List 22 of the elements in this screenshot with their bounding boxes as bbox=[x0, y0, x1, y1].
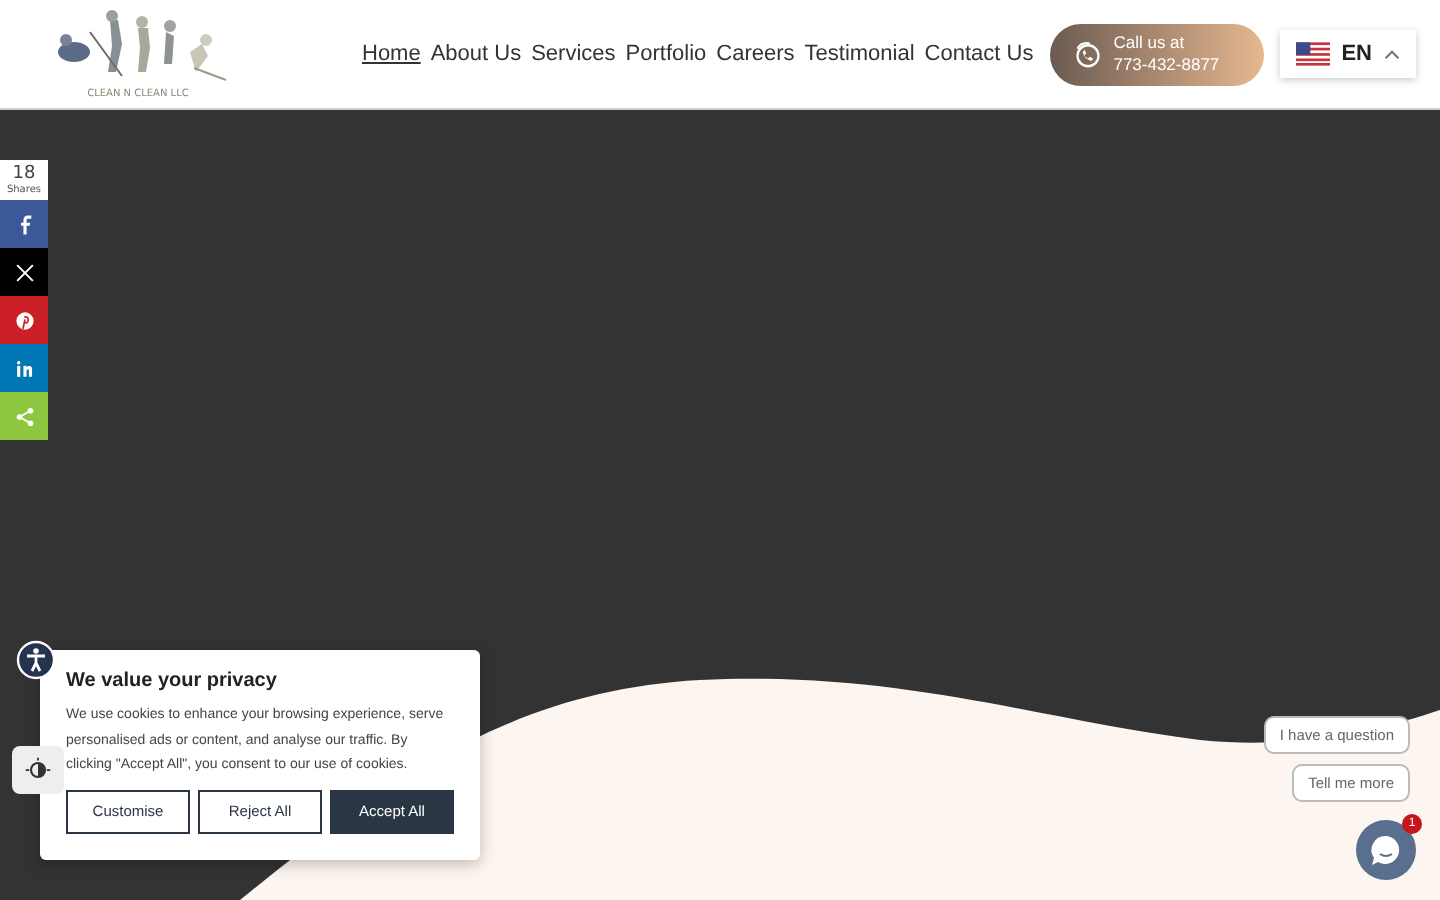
pinterest-icon bbox=[13, 309, 35, 331]
share-button[interactable] bbox=[0, 200, 48, 248]
share-button[interactable] bbox=[0, 248, 48, 296]
share-icon bbox=[13, 405, 35, 427]
nav-link[interactable]: Testimonial bbox=[804, 42, 915, 66]
contrast-icon bbox=[22, 756, 54, 784]
language-selector[interactable]: EN bbox=[1279, 30, 1416, 78]
accessibility-icon[interactable] bbox=[16, 640, 56, 680]
nav-link[interactable]: Contact Us bbox=[924, 42, 1034, 66]
x-icon bbox=[13, 261, 35, 283]
flag-icon bbox=[1295, 42, 1330, 66]
nav-link[interactable]: About Us bbox=[430, 42, 522, 66]
linkedin-icon bbox=[13, 357, 35, 379]
share-count-number: 18 bbox=[12, 165, 36, 183]
phone-icon bbox=[1073, 40, 1102, 68]
nav-link[interactable]: Portfolio bbox=[625, 42, 707, 66]
contrast-toggle[interactable] bbox=[12, 746, 64, 794]
nav-link[interactable]: Services bbox=[531, 42, 616, 66]
nav-link[interactable]: Careers bbox=[716, 42, 795, 66]
nav-link[interactable]: Home bbox=[362, 42, 421, 66]
cookie-title: We value your privacy bbox=[66, 670, 279, 692]
share-button[interactable] bbox=[0, 296, 48, 344]
